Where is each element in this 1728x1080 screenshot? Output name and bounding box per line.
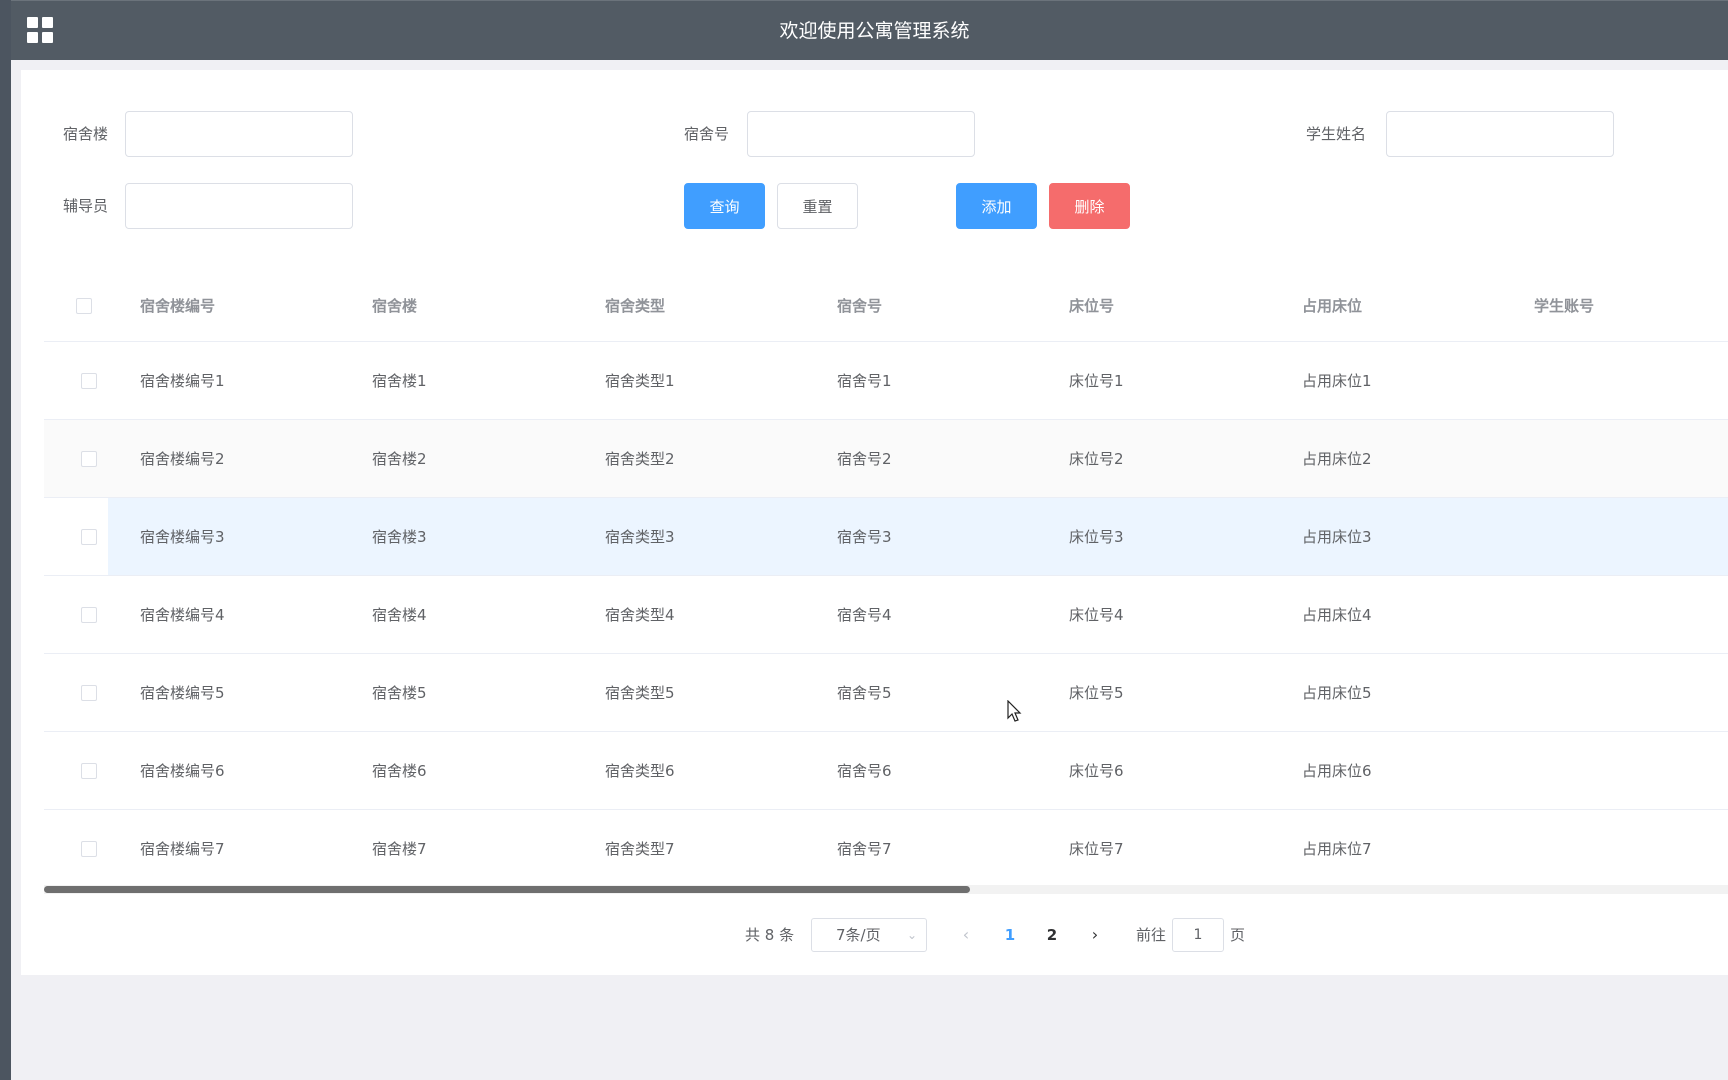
table-cell: 宿舍楼4 (372, 606, 427, 624)
student-name-input[interactable] (1386, 111, 1614, 157)
table-cell: 宿舍楼1 (372, 372, 427, 390)
select-all-checkbox[interactable] (76, 298, 92, 314)
table-cell: 宿舍类型4 (605, 606, 675, 624)
table-row[interactable]: 宿舍楼编号2 宿舍楼2 宿舍类型2 宿舍号2 床位号2 占用床位2 (44, 420, 1728, 498)
table-cell: 宿舍类型6 (605, 762, 675, 780)
row-checkbox[interactable] (81, 841, 97, 857)
table-row-hovered[interactable]: 宿舍楼编号3 宿舍楼3 宿舍类型3 宿舍号3 床位号3 占用床位3 (44, 498, 1728, 576)
scrollbar-thumb[interactable] (44, 886, 970, 893)
table-cell: 宿舍楼编号7 (140, 840, 225, 858)
table-cell: 宿舍楼编号2 (140, 450, 225, 468)
row-checkbox[interactable] (81, 763, 97, 779)
table-cell: 宿舍号5 (837, 684, 892, 702)
column-header: 宿舍楼编号 (140, 297, 216, 315)
counselor-label: 辅导员 (63, 197, 109, 215)
table-cell: 占用床位3 (1302, 528, 1372, 546)
column-header: 学生账号 (1534, 297, 1595, 315)
table-cell: 宿舍楼编号1 (140, 372, 225, 390)
column-header: 宿舍号 (837, 297, 883, 315)
table-cell: 床位号6 (1069, 762, 1124, 780)
table-cell: 宿舍号4 (837, 606, 892, 624)
table-cell: 宿舍号1 (837, 372, 892, 390)
table-cell: 宿舍楼6 (372, 762, 427, 780)
goto-prefix: 前往 (1136, 926, 1167, 944)
delete-button[interactable]: 删除 (1049, 183, 1130, 229)
table-cell: 宿舍类型2 (605, 450, 675, 468)
chevron-down-icon: ⌄ (906, 928, 917, 942)
left-edge-strip (0, 0, 11, 1080)
table-cell: 宿舍号7 (837, 840, 892, 858)
table-cell: 宿舍类型7 (605, 840, 675, 858)
column-header: 占用床位 (1302, 297, 1363, 315)
row-checkbox[interactable] (81, 529, 97, 545)
row-checkbox[interactable] (81, 373, 97, 389)
prev-page-icon[interactable]: ‹ (951, 918, 981, 952)
table-cell: 宿舍楼7 (372, 840, 427, 858)
table-cell: 床位号5 (1069, 684, 1124, 702)
table-row[interactable]: 宿舍楼编号1 宿舍楼1 宿舍类型1 宿舍号1 床位号1 占用床位1 (44, 342, 1728, 420)
horizontal-scrollbar[interactable] (44, 885, 1728, 894)
goto-page-input[interactable] (1172, 918, 1224, 952)
table-cell: 占用床位6 (1302, 762, 1372, 780)
app-title: 欢迎使用公寓管理系统 (779, 20, 970, 42)
next-page-icon[interactable]: › (1080, 918, 1110, 952)
page-size-value: 7条/页 (836, 926, 881, 944)
table-cell: 宿舍类型5 (605, 684, 675, 702)
room-label: 宿舍号 (684, 125, 730, 143)
table-cell: 宿舍类型1 (605, 372, 675, 390)
table-cell: 宿舍号3 (837, 528, 892, 546)
page-size-select[interactable]: 7条/页 ⌄ (811, 918, 927, 952)
row-checkbox[interactable] (81, 451, 97, 467)
column-header: 宿舍类型 (605, 297, 666, 315)
table-cell: 床位号4 (1069, 606, 1124, 624)
row-checkbox[interactable] (81, 607, 97, 623)
goto-suffix: 页 (1230, 926, 1246, 944)
table-header-row: 宿舍楼编号 宿舍楼 宿舍类型 宿舍号 床位号 占用床位 学生账号 (44, 270, 1728, 342)
row-hover-highlight (108, 498, 1728, 575)
table-row[interactable]: 宿舍楼编号5 宿舍楼5 宿舍类型5 宿舍号5 床位号5 占用床位5 (44, 654, 1728, 732)
table-cell: 宿舍类型3 (605, 528, 675, 546)
building-label: 宿舍楼 (63, 125, 109, 143)
table-row[interactable]: 宿舍楼编号4 宿舍楼4 宿舍类型4 宿舍号4 床位号4 占用床位4 (44, 576, 1728, 654)
table-cell: 占用床位4 (1302, 606, 1372, 624)
table-cell: 占用床位2 (1302, 450, 1372, 468)
query-button[interactable]: 查询 (684, 183, 765, 229)
mouse-cursor-icon (1007, 700, 1022, 722)
table-row[interactable]: 宿舍楼编号7 宿舍楼7 宿舍类型7 宿舍号7 床位号7 占用床位7 (44, 810, 1728, 888)
table-cell: 占用床位1 (1302, 372, 1372, 390)
table-cell: 宿舍号2 (837, 450, 892, 468)
table-body: 宿舍楼编号1 宿舍楼1 宿舍类型1 宿舍号1 床位号1 占用床位1 宿舍楼编号2… (44, 342, 1728, 888)
table-cell: 宿舍号6 (837, 762, 892, 780)
page-number-1[interactable]: 1 (995, 918, 1025, 952)
table-row[interactable]: 宿舍楼编号6 宿舍楼6 宿舍类型6 宿舍号6 床位号6 占用床位6 (44, 732, 1728, 810)
reset-button[interactable]: 重置 (777, 183, 858, 229)
table-cell: 宿舍楼5 (372, 684, 427, 702)
table-cell: 床位号2 (1069, 450, 1124, 468)
table-cell: 占用床位7 (1302, 840, 1372, 858)
room-input[interactable] (747, 111, 975, 157)
pagination-total: 共 8 条 (745, 926, 795, 944)
row-checkbox[interactable] (81, 685, 97, 701)
table-cell: 宿舍楼编号5 (140, 684, 225, 702)
table-cell: 床位号7 (1069, 840, 1124, 858)
main-card: 宿舍楼 宿舍号 学生姓名 辅导员 查询 重置 添加 删除 宿舍楼编号 宿舍楼 宿… (21, 70, 1728, 975)
table-cell: 宿舍楼2 (372, 450, 427, 468)
table-cell: 占用床位5 (1302, 684, 1372, 702)
table-cell: 宿舍楼编号4 (140, 606, 225, 624)
table-cell: 宿舍楼编号6 (140, 762, 225, 780)
student-name-label: 学生姓名 (1306, 125, 1367, 143)
table-cell: 宿舍楼3 (372, 528, 427, 546)
building-input[interactable] (125, 111, 353, 157)
column-header: 宿舍楼 (372, 297, 418, 315)
add-button[interactable]: 添加 (956, 183, 1037, 229)
table-cell: 宿舍楼编号3 (140, 528, 225, 546)
top-navbar: 欢迎使用公寓管理系统 (11, 0, 1728, 60)
column-header: 床位号 (1069, 297, 1115, 315)
table-cell: 床位号1 (1069, 372, 1124, 390)
table-cell: 床位号3 (1069, 528, 1124, 546)
counselor-input[interactable] (125, 183, 353, 229)
page-number-2[interactable]: 2 (1037, 918, 1067, 952)
